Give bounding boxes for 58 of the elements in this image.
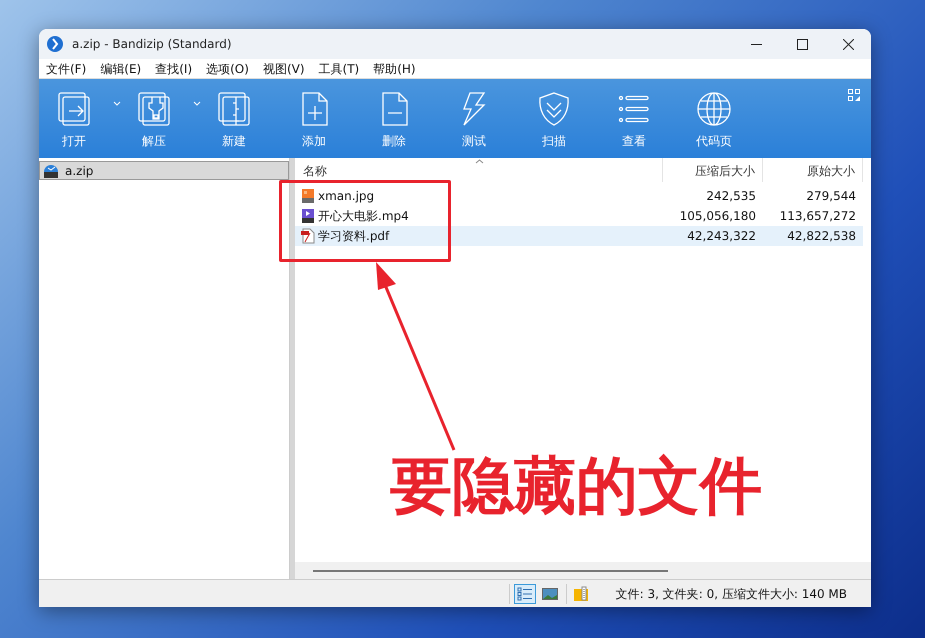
menu-item[interactable]: 编辑(E) bbox=[100, 60, 142, 78]
globe-icon bbox=[696, 91, 732, 127]
toolbar-button[interactable]: 测试 bbox=[452, 91, 496, 150]
file-row[interactable]: 学习资料.pdf 42,243,322 42,822,538 bbox=[295, 226, 863, 246]
close-icon bbox=[842, 38, 854, 50]
picture-icon bbox=[542, 588, 558, 600]
caret-icon bbox=[193, 101, 201, 106]
tree-item[interactable]: a.zip bbox=[39, 161, 289, 180]
scrollbar-thumb[interactable] bbox=[313, 570, 668, 572]
app-logo-icon bbox=[47, 36, 63, 52]
compressed-size: 105,056,180 bbox=[678, 208, 757, 225]
toolbar-button[interactable]: 代码页 bbox=[692, 91, 736, 150]
menu-item[interactable]: 工具(T) bbox=[318, 60, 360, 78]
sort-caret-icon bbox=[475, 159, 484, 164]
file-row[interactable]: xman.jpg 242,535 279,544 bbox=[295, 186, 863, 206]
column-header[interactable]: 原始大小 bbox=[763, 158, 863, 182]
file-row[interactable]: 开心大电影.mp4 105,056,180 113,657,272 bbox=[295, 206, 863, 226]
horizontal-scrollbar[interactable] bbox=[295, 562, 871, 579]
zip-folder-icon[interactable] bbox=[573, 586, 589, 602]
layout-grid-icon[interactable] bbox=[848, 89, 860, 101]
dropdown-button[interactable] bbox=[192, 101, 202, 106]
pdf-file-icon bbox=[301, 228, 315, 244]
toolbar-button[interactable]: 删除 bbox=[372, 91, 416, 150]
details-view-button[interactable] bbox=[514, 584, 536, 604]
original-size: 113,657,272 bbox=[778, 208, 857, 225]
toolbar-button[interactable]: 打开 bbox=[52, 91, 96, 150]
menu-item[interactable]: 文件(F) bbox=[46, 60, 86, 78]
menu-item[interactable]: 选项(O) bbox=[206, 60, 249, 78]
window-title: a.zip - Bandizip (Standard) bbox=[72, 36, 232, 53]
status-text: 文件: 3, 文件夹: 0, 压缩文件大小: 140 MB bbox=[616, 586, 847, 602]
column-header[interactable]: 名称 bbox=[295, 158, 663, 182]
toolbar-button[interactable]: 新建 bbox=[212, 91, 256, 150]
file-name: xman.jpg bbox=[318, 188, 374, 205]
menu-item[interactable]: 查找(I) bbox=[155, 60, 192, 78]
toolbar-button[interactable]: 查看 bbox=[612, 91, 656, 150]
maximize-icon bbox=[796, 38, 808, 50]
menu-item[interactable]: 帮助(H) bbox=[373, 60, 416, 78]
zip-archive-icon bbox=[43, 162, 59, 178]
menu-item[interactable]: 视图(V) bbox=[262, 60, 305, 78]
zip-file-icon bbox=[216, 91, 252, 127]
file-name: 学习资料.pdf bbox=[318, 228, 390, 245]
toolbar-button[interactable]: 添加 bbox=[292, 91, 336, 150]
dropdown-button[interactable] bbox=[112, 101, 122, 106]
file-name: 开心大电影.mp4 bbox=[318, 208, 409, 225]
list-view-icon bbox=[517, 586, 533, 600]
video-file-icon bbox=[301, 208, 315, 224]
annotation-text: 要隐藏的文件 bbox=[390, 448, 762, 524]
original-size: 279,544 bbox=[805, 188, 857, 205]
original-size: 42,822,538 bbox=[786, 228, 857, 245]
toolbar-button[interactable]: 解压 bbox=[132, 91, 176, 150]
image-file-icon bbox=[301, 188, 315, 204]
file-arrow-icon bbox=[56, 91, 92, 127]
toolbar-button[interactable]: 扫描 bbox=[532, 91, 576, 150]
compressed-size: 242,535 bbox=[705, 188, 757, 205]
compressed-size: 42,243,322 bbox=[686, 228, 757, 245]
caret-icon bbox=[113, 101, 121, 106]
column-header[interactable]: 压缩后大小 bbox=[663, 158, 763, 182]
zipper-file-icon bbox=[136, 91, 172, 127]
